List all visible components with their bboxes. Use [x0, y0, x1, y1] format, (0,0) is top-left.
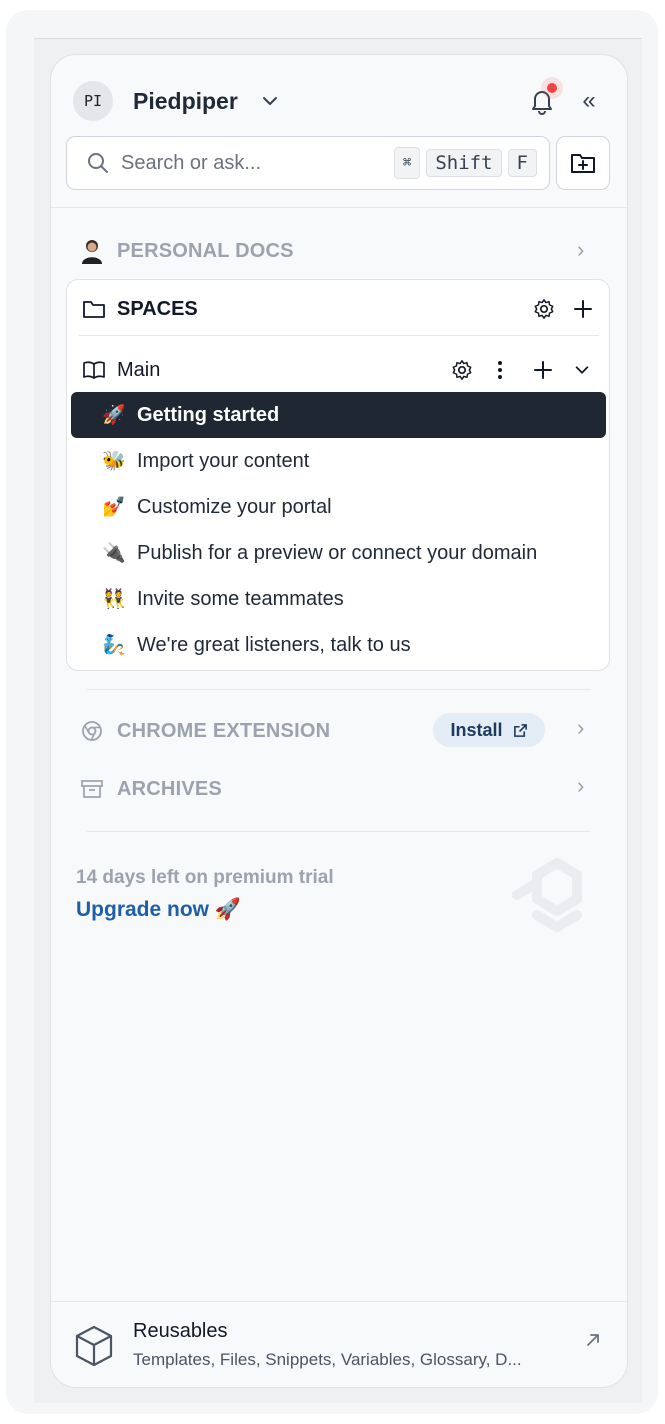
cube-icon [73, 1324, 115, 1368]
search-icon [87, 152, 109, 174]
nail-polish-icon: 💅 [102, 497, 126, 518]
archive-icon [81, 779, 103, 799]
doc-item-talk-to-us[interactable]: 🧞 We're great listeners, talk to us [71, 622, 606, 668]
shortcut-key-cmd: ⌘ [393, 147, 421, 179]
shortcut-key-shift: Shift [426, 149, 502, 177]
brand-logo-watermark-icon [507, 855, 607, 944]
new-folder-button[interactable] [556, 136, 610, 190]
doc-item-label: Publish for a preview or connect your do… [137, 541, 538, 564]
doc-item-label: Invite some teammates [137, 587, 344, 610]
reusables-title: Reusables [133, 1320, 228, 1342]
chrome-extension-label: CHROME EXTENSION [117, 719, 331, 742]
trial-status-text: 14 days left on premium trial [76, 867, 334, 888]
book-open-icon [83, 360, 105, 380]
sidebar-header: PI Piedpiper « [73, 81, 603, 121]
org-name[interactable]: Piedpiper [133, 88, 238, 115]
archives-row[interactable]: ARCHIVES › [81, 773, 601, 805]
folder-plus-icon [569, 150, 597, 176]
spaces-header: SPACES [83, 294, 595, 324]
spaces-label: SPACES [117, 297, 198, 320]
shortcut-key-f: F [507, 149, 537, 177]
reusables-footer[interactable]: Reusables Templates, Files, Snippets, Va… [51, 1301, 627, 1387]
double-chevron-left-icon: « [582, 87, 596, 114]
people-icon: 👯 [102, 589, 126, 610]
install-extension-button[interactable]: Install [433, 713, 545, 747]
doc-item-label: Getting started [137, 403, 280, 426]
doc-item-getting-started[interactable]: 🚀 Getting started [71, 392, 606, 438]
add-space-icon[interactable] [573, 299, 593, 319]
arrow-up-right-icon[interactable] [585, 1332, 601, 1348]
chrome-icon [81, 720, 103, 742]
doc-item-label: We're great listeners, talk to us [137, 633, 411, 656]
rocket-icon: 🚀 [102, 405, 126, 426]
chevron-right-icon[interactable]: › [577, 715, 584, 741]
space-settings-icon[interactable] [451, 359, 473, 381]
notifications-button[interactable] [525, 81, 559, 121]
chevron-down-icon[interactable] [573, 361, 591, 379]
section-divider [87, 831, 591, 832]
install-label: Install [450, 719, 503, 740]
org-avatar[interactable]: PI [73, 81, 113, 121]
spaces-divider [79, 335, 599, 336]
space-main-row[interactable]: Main [83, 355, 595, 385]
collapse-sidebar-button[interactable]: « [571, 81, 607, 121]
folder-icon [83, 299, 105, 319]
more-vertical-icon[interactable] [497, 360, 503, 380]
archives-label: ARCHIVES [117, 777, 222, 800]
doc-item-import-content[interactable]: 🐝 Import your content [71, 438, 606, 484]
user-avatar-icon [81, 238, 103, 264]
doc-item-publish[interactable]: 🔌 Publish for a preview or connect your … [71, 530, 606, 576]
notification-dot [547, 83, 557, 93]
search-placeholder: Search or ask... [121, 151, 262, 174]
doc-item-customize-portal[interactable]: 💅 Customize your portal [71, 484, 606, 530]
doc-item-label: Import your content [137, 449, 310, 472]
personal-docs-row[interactable]: PERSONAL DOCS › [81, 235, 601, 267]
spaces-card: SPACES Main 🚀 Getting started 🐝 Import y… [66, 279, 610, 671]
header-divider [51, 207, 627, 208]
bee-icon: 🐝 [102, 451, 126, 472]
add-page-icon[interactable] [533, 360, 553, 380]
search-input[interactable]: Search or ask... ⌘ Shift F [66, 136, 550, 190]
doc-item-label: Customize your portal [137, 495, 332, 518]
chevron-right-icon[interactable]: › [577, 773, 584, 799]
reusables-subtitle: Templates, Files, Snippets, Variables, G… [133, 1350, 522, 1369]
personal-docs-label: PERSONAL DOCS [117, 239, 294, 262]
gear-icon[interactable] [533, 298, 555, 320]
doc-item-invite-teammates[interactable]: 👯 Invite some teammates [71, 576, 606, 622]
genie-icon: 🧞 [102, 635, 126, 656]
upgrade-now-link[interactable]: Upgrade now 🚀 [76, 898, 241, 922]
plug-icon: 🔌 [102, 543, 126, 564]
chevron-down-icon[interactable] [260, 91, 280, 111]
space-name: Main [117, 358, 161, 381]
chevron-right-icon[interactable]: › [577, 237, 584, 263]
sidebar-panel: PI Piedpiper « Search or ask... ⌘ Shift … [50, 54, 628, 1388]
external-link-icon [513, 723, 528, 738]
section-divider [87, 689, 591, 690]
